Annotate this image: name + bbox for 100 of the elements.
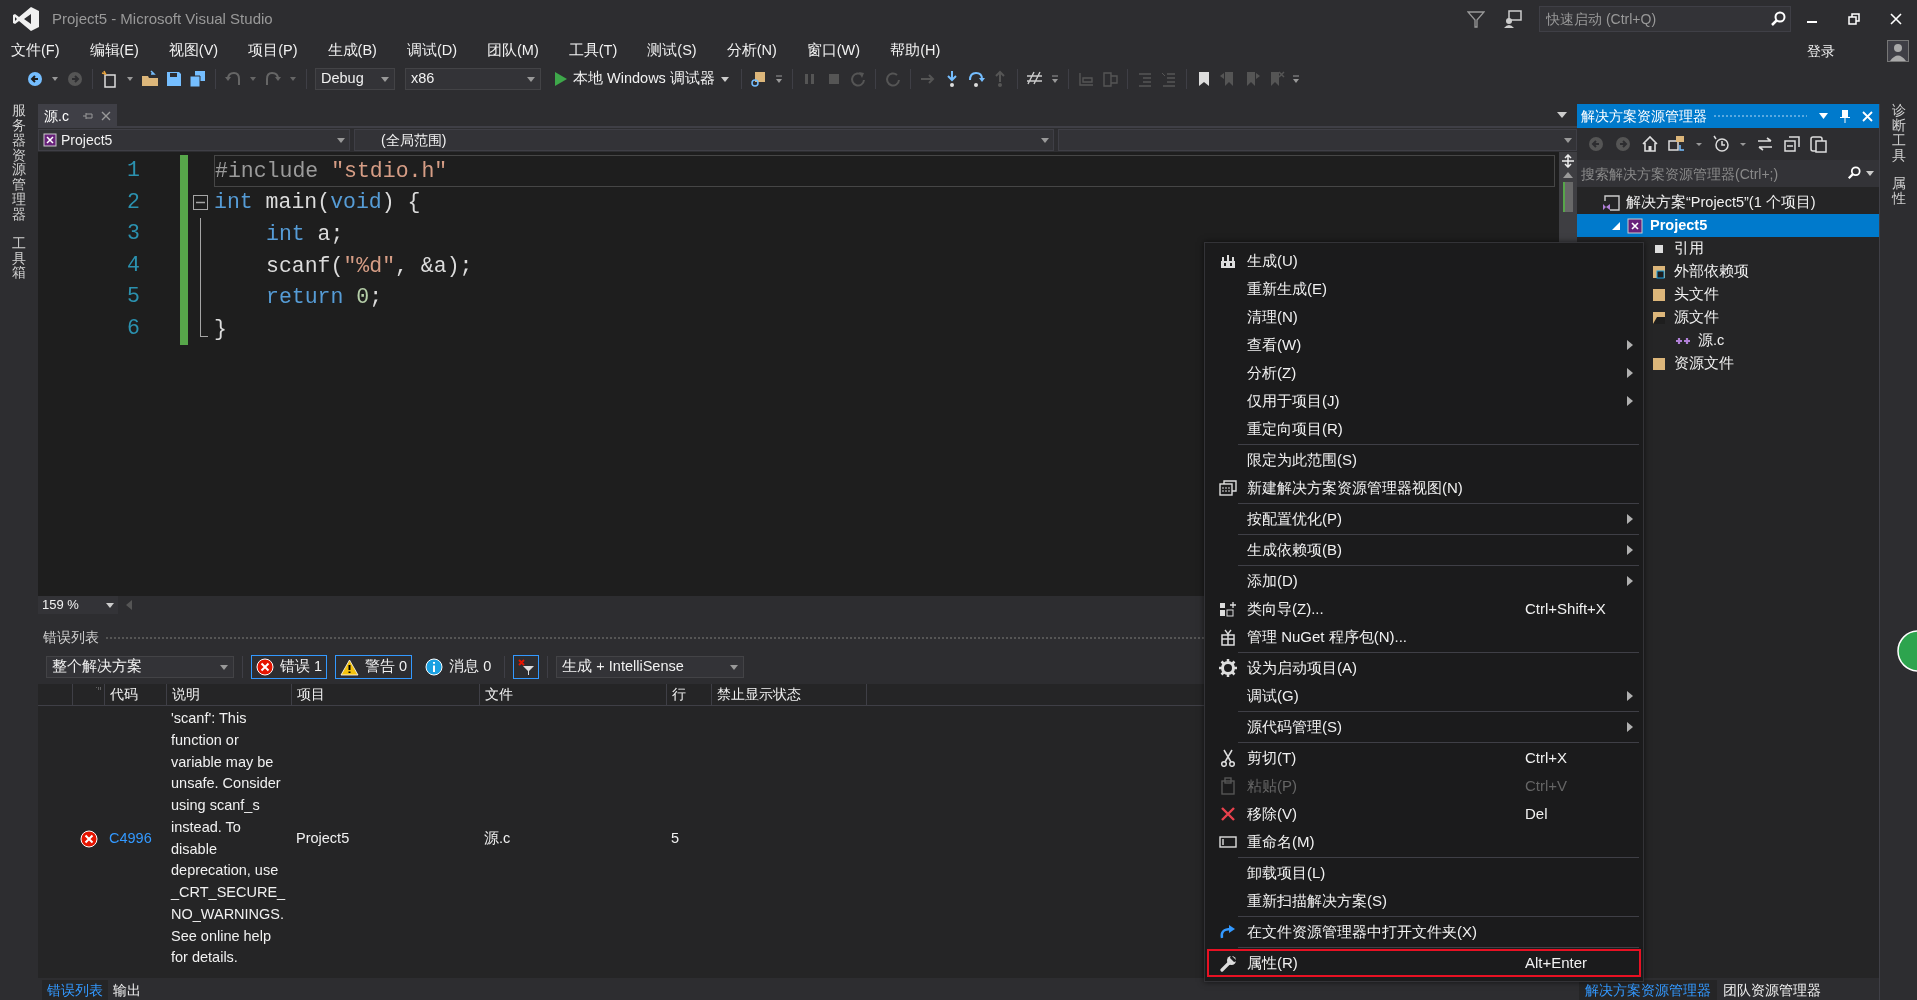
menu-item[interactable]: 团队(M) <box>478 40 548 62</box>
menu-item[interactable]: 测试(S) <box>638 40 706 62</box>
search-icon[interactable] <box>1847 166 1861 180</box>
side-tab[interactable]: 诊断工具 <box>1891 104 1906 164</box>
menu-item[interactable]: 调试(D) <box>397 40 467 62</box>
dropdown-caret-icon[interactable] <box>527 76 535 82</box>
dropdown-caret-icon[interactable] <box>1557 112 1567 118</box>
dropdown-caret-icon[interactable] <box>1041 137 1049 143</box>
split-icon[interactable] <box>1561 154 1575 168</box>
context-menu-item[interactable]: 重命名(M) <box>1207 828 1641 856</box>
error-code-link[interactable]: C4996 <box>109 829 152 846</box>
column-header[interactable]: 项目 <box>292 684 480 705</box>
column-header[interactable]: 说明 <box>167 684 292 705</box>
dropdown-caret-icon[interactable] <box>730 664 739 670</box>
save-all-icon[interactable] <box>189 70 207 88</box>
context-menu-item[interactable]: 限定为此范围(S) <box>1207 446 1641 474</box>
menu-item[interactable]: 分析(N) <box>717 40 786 62</box>
dropdown-caret-icon[interactable] <box>381 76 389 82</box>
step-over-icon[interactable] <box>966 70 985 88</box>
context-menu-item[interactable]: 添加(D) <box>1207 567 1641 595</box>
side-tab[interactable]: 服务器资源管理器 <box>12 104 26 223</box>
pin-icon[interactable] <box>1840 109 1850 123</box>
context-menu-item[interactable]: 新建解决方案资源管理器视图(N) <box>1207 474 1641 502</box>
scroll-up-icon[interactable] <box>1563 172 1573 178</box>
filter-toggle[interactable]: 消息 0 <box>420 655 497 679</box>
copy-icon[interactable] <box>1810 135 1828 153</box>
platform-dropdown[interactable]: x86 <box>405 68 541 90</box>
source-dropdown[interactable]: 生成 + IntelliSense <box>556 656 745 678</box>
context-menu-item[interactable]: 源代码管理(S) <box>1207 713 1641 741</box>
dropdown-caret-icon[interactable] <box>106 602 114 608</box>
context-menu-item[interactable]: 重新扫描解决方案(S) <box>1207 887 1641 915</box>
filter-toggle[interactable]: 警告 0 <box>335 655 413 679</box>
panel-tab[interactable]: 解决方案资源管理器 <box>1579 980 1717 1000</box>
context-menu-item[interactable]: 按配置优化(P) <box>1207 505 1641 533</box>
pin-icon[interactable] <box>82 112 93 120</box>
menu-item[interactable]: 编辑(E) <box>80 40 148 62</box>
restart-icon[interactable] <box>848 70 867 88</box>
sign-in-link[interactable]: 登录 <box>1807 40 1835 62</box>
redo-icon[interactable] <box>264 70 282 88</box>
status-badge-icon[interactable] <box>1897 630 1917 672</box>
menu-item[interactable]: 项目(P) <box>239 40 307 62</box>
side-tab[interactable]: 工具箱 <box>12 236 26 282</box>
context-menu-item[interactable]: 仅用于项目(J) <box>1207 387 1641 415</box>
expanded-arrow-icon[interactable] <box>1612 221 1620 230</box>
collapse-icon[interactable] <box>193 194 208 210</box>
dropdown-caret-icon[interactable] <box>337 137 345 143</box>
scope-dropdown[interactable]: 整个解决方案 <box>46 656 234 678</box>
swap-icon[interactable] <box>1756 135 1774 153</box>
dropdown-caret-icon[interactable] <box>1819 113 1828 119</box>
context-menu-item[interactable]: 管理 NuGet 程序包(N)... <box>1207 623 1641 651</box>
restore-icon[interactable] <box>1848 13 1860 25</box>
file-tab[interactable]: 源.c <box>38 104 117 128</box>
context-menu-item[interactable]: 剪切(T) Ctrl+X <box>1207 744 1641 772</box>
tree-item[interactable]: 解决方案“Project5”(1 个项目) <box>1577 191 1879 214</box>
column-header[interactable]: 行 <box>667 684 712 705</box>
menu-item[interactable]: 工具(T) <box>559 40 627 62</box>
panel-tab[interactable]: 输出 <box>108 980 146 1000</box>
context-menu-item[interactable]: 调试(G) <box>1207 682 1641 710</box>
configuration-dropdown[interactable]: Debug <box>315 68 395 90</box>
context-menu-item[interactable]: 类向导(Z)... Ctrl+Shift+X <box>1207 595 1641 623</box>
context-menu-item[interactable]: 生成依赖项(B) <box>1207 536 1641 564</box>
tree-item[interactable]: Project5 <box>1577 214 1879 237</box>
search-field[interactable]: 搜索解决方案资源管理器(Ctrl+;) <box>1577 160 1879 187</box>
dropdown-caret-icon[interactable] <box>720 76 729 82</box>
panel-tab[interactable]: 错误列表 <box>42 980 108 1000</box>
zoom-dropdown[interactable]: 159 % <box>38 596 118 614</box>
quick-launch-field[interactable]: 快速启动 (Ctrl+Q) <box>1539 6 1791 32</box>
home-icon[interactable] <box>1641 135 1659 153</box>
feedback-icon[interactable] <box>1503 9 1523 29</box>
panel-tab[interactable]: 团队资源管理器 <box>1717 980 1827 1000</box>
column-header[interactable]: 禁止显示状态 <box>712 684 867 705</box>
account-icon[interactable] <box>1887 40 1909 62</box>
menu-item[interactable]: 生成(B) <box>318 40 386 62</box>
menu-item[interactable]: 文件(F) <box>2 40 69 62</box>
menu-item[interactable]: 窗口(W) <box>797 40 870 62</box>
menu-item[interactable]: 视图(V) <box>159 40 228 62</box>
context-menu-item[interactable]: 设为启动项目(A) <box>1207 654 1641 682</box>
find-in-files-icon[interactable] <box>749 70 768 88</box>
side-tab[interactable]: 属性 <box>1891 177 1906 208</box>
context-menu-item[interactable]: 移除(V) Del <box>1207 800 1641 828</box>
dropdown-caret-icon[interactable] <box>1564 137 1572 143</box>
column-header[interactable]: 文件 <box>480 684 667 705</box>
start-debugger-button[interactable]: 本地 Windows 调试器 <box>551 68 733 90</box>
menu-item[interactable]: 帮助(H) <box>881 40 950 62</box>
dropdown-caret-icon[interactable] <box>220 664 228 670</box>
context-menu-item[interactable]: 属性(R) Alt+Enter <box>1207 949 1641 977</box>
save-icon[interactable] <box>165 70 183 88</box>
collapse-all-icon[interactable] <box>1783 135 1801 153</box>
search-icon[interactable] <box>1770 11 1786 27</box>
scrollbar-thumb[interactable] <box>1563 182 1573 212</box>
back-icon[interactable] <box>26 70 44 88</box>
context-menu-item[interactable]: 重定向项目(R) <box>1207 415 1641 443</box>
undo-icon[interactable] <box>224 70 242 88</box>
open-folder-icon[interactable] <box>141 70 159 88</box>
dropdown-caret-icon[interactable] <box>1866 171 1874 176</box>
scope-dropdown[interactable]: (全局范围) <box>354 129 1054 151</box>
history-icon[interactable] <box>1712 135 1730 153</box>
filter-icon[interactable] <box>1467 10 1485 28</box>
context-menu-item[interactable]: 在文件资源管理器中打开文件夹(X) <box>1207 918 1641 946</box>
filter-toggle[interactable]: 错误 1 <box>251 655 328 679</box>
